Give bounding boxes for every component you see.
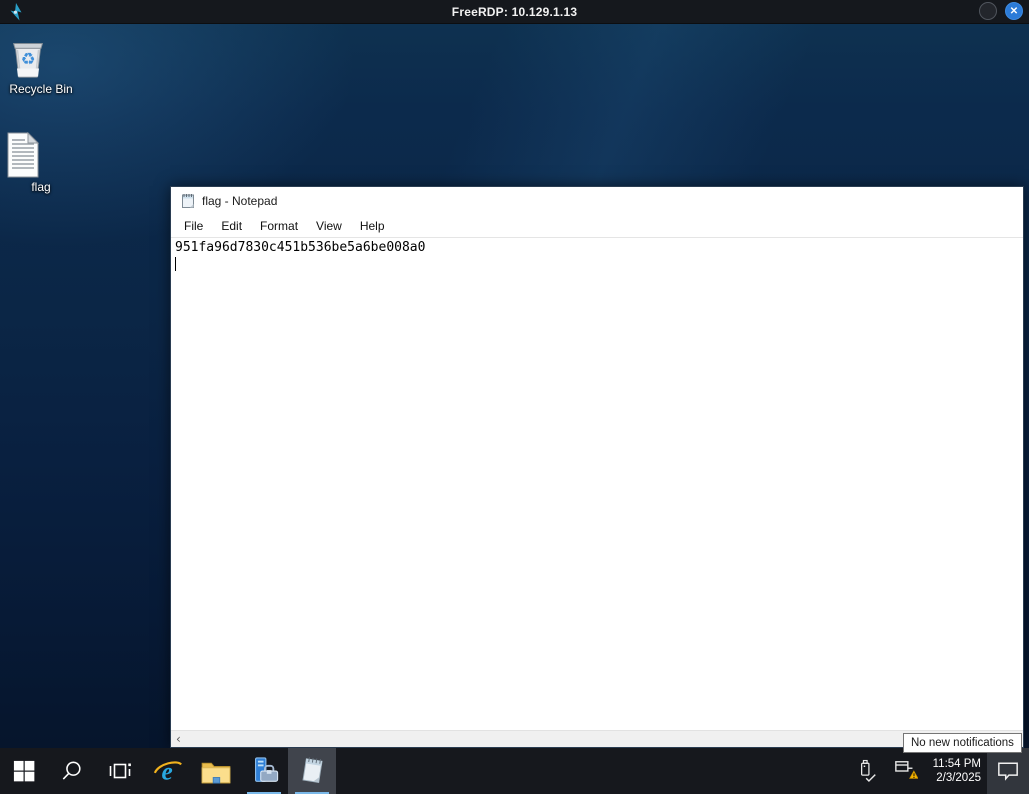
network-warning-icon	[894, 759, 918, 783]
file-explorer-icon	[201, 759, 231, 784]
notepad-window: flag - Notepad File Edit Format View Hel…	[170, 186, 1024, 748]
recycle-symbol: ♻	[21, 51, 36, 69]
file-explorer-button[interactable]	[192, 748, 240, 794]
network-status-tray-button[interactable]	[887, 748, 925, 794]
notepad-text-area[interactable]: 951fa96d7830c451b536be5a6be008a0	[171, 238, 1023, 730]
search-icon	[61, 760, 83, 782]
server-manager-button[interactable]	[240, 748, 288, 794]
internet-explorer-icon: e	[153, 756, 183, 786]
freerdp-titlebar: FreeRDP: 10.129.1.13 ✕	[0, 0, 1029, 24]
start-button[interactable]	[0, 748, 48, 794]
freerdp-logo-icon	[8, 3, 24, 21]
desktop[interactable]: ♻ Recycle Bin flag flag - Notepad File E…	[0, 24, 1029, 748]
clock[interactable]: 11:54 PM 2/3/2025	[925, 748, 987, 794]
usb-eject-icon	[858, 759, 878, 783]
menu-help[interactable]: Help	[351, 217, 394, 235]
notepad-menubar: File Edit Format View Help	[171, 215, 1023, 237]
clock-date: 2/3/2025	[936, 772, 981, 784]
search-button[interactable]	[48, 748, 96, 794]
menu-edit[interactable]: Edit	[212, 217, 251, 235]
recycle-bin-icon: ♻	[5, 32, 77, 80]
system-tray: 11:54 PM 2/3/2025	[849, 748, 1029, 794]
menu-view[interactable]: View	[307, 217, 351, 235]
window-title: FreeRDP: 10.129.1.13	[451, 4, 578, 19]
rdp-close-button[interactable]: ✕	[1005, 2, 1023, 20]
taskbar-empty-area	[336, 748, 849, 794]
menu-format[interactable]: Format	[251, 217, 307, 235]
scroll-left-arrow-icon[interactable]: ‹	[171, 731, 186, 747]
clock-time: 11:54 PM	[932, 758, 981, 770]
notepad-taskbar-icon	[298, 756, 326, 786]
action-center-button[interactable]	[987, 748, 1029, 794]
notepad-icon	[180, 193, 196, 209]
desktop-icon-flag[interactable]: flag	[5, 132, 77, 194]
notepad-titlebar[interactable]: flag - Notepad	[171, 187, 1023, 215]
text-caret	[175, 257, 176, 271]
text-file-icon	[5, 132, 77, 178]
notepad-taskbar-button[interactable]	[288, 748, 336, 794]
usb-eject-tray-button[interactable]	[849, 748, 887, 794]
notepad-content: 951fa96d7830c451b536be5a6be008a0	[175, 240, 426, 255]
windows-start-icon	[13, 760, 35, 782]
notification-tooltip: No new notifications	[903, 733, 1022, 753]
desktop-icon-label: Recycle Bin	[9, 82, 73, 96]
menu-file[interactable]: File	[175, 217, 212, 235]
desktop-icon-label: flag	[31, 180, 51, 194]
rdp-minimize-button[interactable]	[979, 2, 997, 20]
server-manager-icon	[249, 756, 279, 786]
screen: FreeRDP: 10.129.1.13 ✕ ♻ Recycle Bin fla…	[0, 0, 1029, 794]
desktop-icon-recycle-bin[interactable]: ♻ Recycle Bin	[5, 32, 77, 96]
internet-explorer-button[interactable]: e	[144, 748, 192, 794]
task-view-button[interactable]	[96, 748, 144, 794]
action-center-icon	[996, 760, 1020, 782]
horizontal-scrollbar[interactable]: ‹ ›	[171, 730, 1023, 747]
task-view-icon	[108, 759, 132, 783]
taskbar: e 11:54 PM 2/3/2025	[0, 748, 1029, 794]
notepad-title: flag - Notepad	[202, 194, 278, 208]
